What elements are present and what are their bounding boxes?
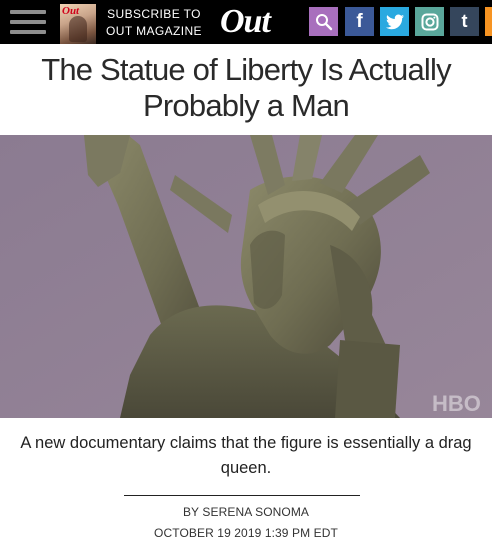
rss-button[interactable] [485,7,492,36]
facebook-button[interactable]: f [345,7,374,36]
subscribe-line-1: SUBSCRIBE TO [107,7,201,21]
twitter-button[interactable] [380,7,409,36]
magazine-cover-figure [69,16,87,42]
instagram-icon [421,13,438,30]
subscribe-line-2: OUT MAGAZINE [106,24,202,38]
top-navigation-bar: Out SUBSCRIBE TO OUT MAGAZINE Out f t [0,0,492,44]
site-logo[interactable]: Out [220,1,271,43]
article-dek: A new documentary claims that the figure… [20,434,472,477]
menu-icon-line [10,20,46,24]
tumblr-icon: t [461,11,468,31]
menu-icon[interactable] [10,10,46,34]
magazine-cover-thumbnail[interactable]: Out [60,4,96,44]
image-watermark: HBO [432,391,481,416]
article-headline: The Statue of Liberty Is Actually Probab… [41,52,451,123]
menu-icon-line [10,30,46,34]
search-button[interactable] [309,7,338,36]
article-hero-image: HBO [0,135,492,418]
subscribe-link[interactable]: SUBSCRIBE TO OUT MAGAZINE [104,6,204,40]
article-date: OCTOBER 19 2019 1:39 PM EDT [154,526,338,540]
facebook-icon: f [356,10,363,32]
search-icon [315,13,332,30]
byline-divider [124,495,360,496]
instagram-button[interactable] [415,7,444,36]
article-byline[interactable]: BY SERENA SONOMA [0,505,492,519]
tumblr-button[interactable]: t [450,7,479,36]
menu-icon-line [10,10,46,14]
twitter-icon [385,14,404,29]
statue-of-liberty-illustration: HBO [0,135,492,418]
